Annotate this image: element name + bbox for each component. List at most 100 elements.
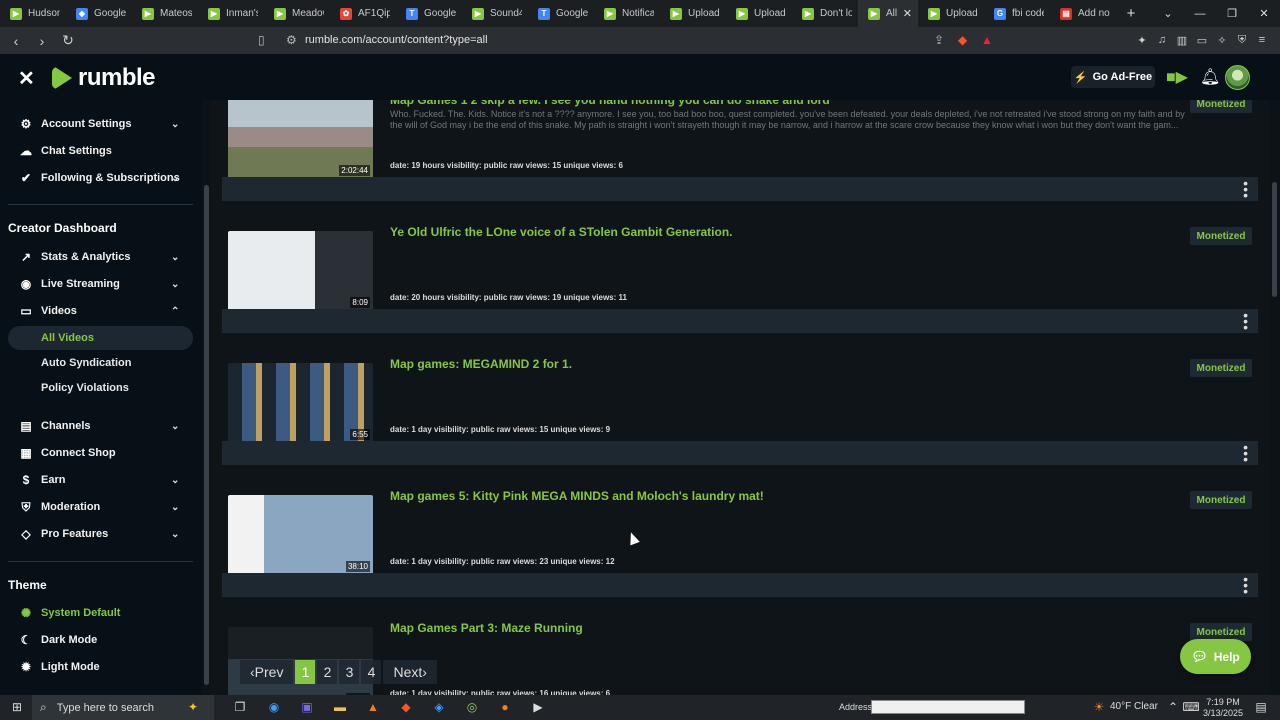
browser-tab[interactable]: Gfbi code [984,0,1050,27]
sidebar-item[interactable]: ↗ Stats & Analytics ⌄ [0,245,202,269]
rumble-logo[interactable]: rumble [52,64,156,92]
upload-video-icon[interactable]: ■▶ [1166,67,1188,87]
new-tab-icon[interactable]: + [1120,5,1142,22]
keyboard-icon[interactable]: ⌨ [1182,699,1200,715]
chevron-down-icon[interactable]: ⌄ [171,279,179,290]
notification-bell-icon[interactable]: 🔔︎ [1200,67,1220,87]
copilot-app-icon[interactable]: ◉ [265,699,283,715]
chevron-down-icon[interactable]: ⌄ [171,529,179,540]
copilot-icon[interactable]: ✦ [184,699,202,715]
app-icon[interactable]: ▣ [298,699,316,715]
more-options-icon[interactable]: • • • [1243,440,1248,466]
chevron-down-icon[interactable]: ⌄ [171,475,179,486]
browser-tab[interactable]: T Google T [396,0,462,27]
browser-tab[interactable]: ✿ AF1QipR [330,0,396,27]
chevron-down-icon[interactable]: ⌄ [171,252,179,263]
video-title-link[interactable]: Map Games 1 2 skip a few. I see you hand… [390,100,830,107]
browser-tab[interactable]: ▶ Inman's F [198,0,264,27]
weather-text[interactable]: 40°F Clear [1110,701,1158,712]
reload-icon[interactable]: ↻ [58,31,78,51]
sidebar-item[interactable]: ◉ Live Streaming ⌄ [0,272,202,296]
sidebar-item[interactable]: Policy Violations [0,376,202,400]
site-info-icon[interactable]: ⚙ [286,33,297,47]
sidebar-item[interactable]: ◇ Pro Features ⌄ [0,522,202,546]
page-number-button[interactable]: 1 [295,660,316,684]
more-options-icon[interactable]: • • • [1243,308,1248,334]
task-view-icon[interactable]: ❐ [231,699,249,715]
sidebar-item[interactable]: ⚙ Account Settings ⌄ [0,112,202,136]
more-options-icon[interactable]: • • • [1243,572,1248,598]
video-title-link[interactable]: Ye Old Ulfric the LOne voice of a STolen… [390,225,733,239]
browser-tab[interactable]: ◆ Google M [66,0,132,27]
sidebar-item[interactable]: All Videos [8,326,193,350]
video-thumbnail[interactable]: 38:10 [228,495,373,575]
browser-tab[interactable]: ▶ Upload v [726,0,792,27]
more-options-icon[interactable]: • • • [1243,176,1248,202]
minimize-icon[interactable]: — [1184,0,1216,27]
video-thumbnail[interactable]: 6:55 [228,363,373,443]
sidebar-toggle-icon[interactable]: ▥ [1172,31,1192,49]
browser-tab[interactable]: ▤ Add nois [1050,0,1116,27]
help-button[interactable]: 💬︎ Help [1180,639,1251,674]
page-number-button[interactable]: 4 [361,660,382,684]
page-number-button[interactable]: 2 [317,660,338,684]
video-title-link[interactable]: Map games: MEGAMIND 2 for 1. [390,357,572,371]
brave-shield-icon[interactable]: ◆ [958,33,967,47]
forward-icon[interactable]: › [32,31,52,51]
browser-tab[interactable]: T Google T [528,0,594,27]
media-icon[interactable]: ♫ [1152,31,1172,49]
chevron-down-icon[interactable]: ⌄ [171,173,179,184]
chevron-down-icon[interactable]: ⌄ [171,502,179,513]
video-title-link[interactable]: Map Games Part 3: Maze Running [390,621,583,635]
browser-tab[interactable]: ▶ Mateosi [132,0,198,27]
brave-browser-icon[interactable]: ◆ [397,699,415,715]
video-title-link[interactable]: Map games 5: Kitty Pink MEGA MINDS and M… [390,489,764,503]
browser-tab[interactable]: ▶ Upload v [918,0,984,27]
sidebar-item[interactable]: Auto Syndication [0,351,202,375]
sidebar-scrollbar-thumb[interactable] [204,185,209,685]
browser-tab[interactable]: ▶ Don't lo [792,0,858,27]
sidebar-item[interactable]: ⛨ Moderation ⌄ [0,495,202,519]
go-ad-free-button[interactable]: ⚡ Go Ad-Free [1071,66,1155,88]
chevron-down-icon[interactable]: ⌄ [171,119,179,130]
close-window-icon[interactable]: ✕ [1248,0,1280,27]
extensions-icon[interactable]: ✦ [1132,31,1152,49]
file-explorer-icon[interactable]: ▬ [331,699,349,715]
prev-page-button[interactable]: ‹ Prev [240,660,294,684]
menu-icon[interactable]: ≡ [1252,31,1272,49]
browser-tab[interactable]: ▶ All V ✕ [858,0,918,27]
bookmark-icon[interactable]: ▯ [258,33,265,47]
browser-tab[interactable]: ▶ Upload v [660,0,726,27]
media-player-icon[interactable]: ▶ [529,699,547,715]
close-tab-icon[interactable]: ✕ [903,7,912,20]
sidebar-item[interactable]: ✺ System Default [0,601,202,625]
video-thumbnail[interactable]: 8:09 [228,231,373,311]
clock[interactable]: 7:19 PM 3/13/2025 [1203,697,1243,719]
vlc-icon[interactable]: ▲ [364,699,382,715]
leo-icon[interactable]: ✧ [1212,31,1232,49]
tray-chevron-icon[interactable]: ⌃ [1164,699,1182,715]
sidebar-item[interactable]: ☾ Dark Mode [0,628,202,652]
notification-center-icon[interactable]: ▤ [1252,699,1270,715]
sidebar-item[interactable]: ▦ Connect Shop [0,441,202,465]
vpn-icon[interactable]: ⛨ [1232,31,1252,49]
page-scrollbar-thumb[interactable] [1272,182,1277,297]
brave-rewards-icon[interactable]: ▲ [981,33,993,47]
browser-tab[interactable]: ▶ Hudson E [0,0,66,27]
close-menu-icon[interactable]: ✕ [18,66,35,91]
page-scrollbar[interactable] [1269,100,1280,695]
windows-start-icon[interactable]: ⊞ [8,699,26,715]
sidebar-item[interactable]: ▭ Videos ⌃ [0,299,202,323]
tab-search-icon[interactable]: ⌄ [1152,0,1184,27]
sidebar-item[interactable]: ✔ Following & Subscriptions ⌄ [0,166,202,190]
sidebar-item[interactable]: ✹ Light Mode [0,655,202,679]
next-page-button[interactable]: Next › [383,660,437,684]
chevron-down-icon[interactable]: ⌄ [171,421,179,432]
browser-tab[interactable]: ▶ Sound4S [462,0,528,27]
avatar[interactable] [1225,65,1250,90]
app-icon-3[interactable]: ◎ [463,699,481,715]
page-number-button[interactable]: 3 [339,660,360,684]
video-thumbnail[interactable]: 2:02:44 [228,100,373,179]
url-field[interactable]: rumble.com/account/content?type=all [305,34,488,46]
restore-icon[interactable]: ❐ [1216,0,1248,27]
